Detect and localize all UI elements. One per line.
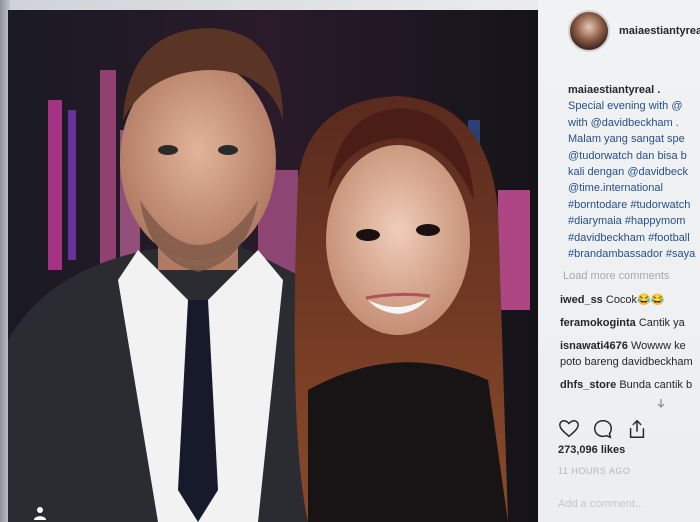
post-username[interactable]: maiaestiantyreal [619, 25, 700, 37]
comment-username[interactable]: dhfs_store [560, 379, 616, 391]
caption-line: @tudorwatch dan bisa b [568, 149, 687, 162]
comment-username[interactable]: iwed_ss [560, 294, 603, 306]
post-photo[interactable] [8, 10, 538, 522]
caption-line: Special evening with @ [568, 100, 683, 113]
likes-count[interactable]: 273,096 likes [558, 444, 625, 456]
comment-item: iwed_ss Cocok😂😂 [560, 292, 700, 308]
comment-text-continued: poto bareng davidbeckham [560, 356, 693, 368]
caption-line: Malam yang sangat spe [568, 133, 685, 146]
caption-line: kali dengan @davidbeck [568, 166, 689, 179]
load-more-comments-link[interactable]: Load more comments [563, 270, 669, 282]
comment-username[interactable]: isnawati4676 [560, 340, 628, 352]
comment-username[interactable]: feramokoginta [560, 317, 636, 329]
comment-icon[interactable] [592, 418, 614, 440]
user-tag-icon[interactable] [34, 506, 46, 520]
comment-item: dhfs_store Bunda cantik b [560, 377, 700, 393]
comment-item: isnawati4676 Wowww ke poto bareng davidb… [560, 338, 700, 370]
comments-list: iwed_ss Cocok😂😂 feramokoginta Cantik ya … [560, 292, 700, 400]
post-timestamp: 11 HOURS AGO [558, 466, 631, 476]
post-actions [558, 418, 648, 440]
caption-hashtags[interactable]: #davidbeckham #football [568, 230, 700, 246]
caption-hashtags[interactable]: #diarymaia #happymom [568, 213, 700, 229]
post-sidebar: maiaestiantyreal maiaestiantyreal . Spec… [538, 0, 700, 522]
add-comment-input[interactable]: Add a comment... [558, 498, 644, 510]
caption-line: @time.international [568, 182, 663, 195]
comment-item: feramokoginta Cantik ya [560, 315, 700, 331]
comment-text: Bunda cantik b [619, 379, 693, 391]
caption-username[interactable]: maiaestiantyreal . [568, 84, 660, 96]
post-caption: maiaestiantyreal . Special evening with … [568, 82, 700, 262]
avatar[interactable] [568, 10, 610, 52]
comment-text: Wowww ke [630, 340, 686, 352]
comment-text: Cocok😂😂 [605, 294, 665, 306]
caption-hashtags[interactable]: #borntodare #tudorwatch [568, 197, 700, 213]
comment-text: Cantik ya [638, 317, 685, 329]
photo-illustration [8, 10, 538, 522]
mouse-cursor-icon [657, 399, 665, 408]
heart-icon[interactable] [558, 418, 580, 440]
share-icon[interactable] [626, 418, 648, 440]
caption-line: with @davidbeckham . [568, 116, 679, 129]
post-header: maiaestiantyreal [568, 8, 700, 54]
caption-hashtags[interactable]: #brandambassador #saya [568, 246, 700, 262]
